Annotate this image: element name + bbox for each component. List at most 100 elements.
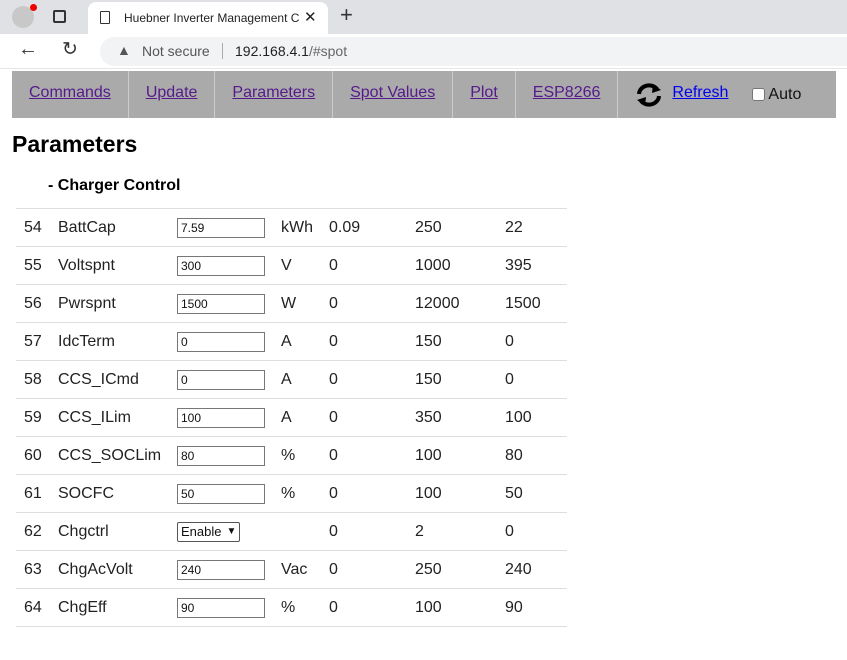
tab-title: Huebner Inverter Management C [124, 11, 314, 25]
param-name: Voltspnt [58, 247, 177, 285]
nav-update[interactable]: Update [129, 71, 216, 118]
url-text[interactable]: 192.168.4.1/#spot [235, 43, 347, 59]
param-input[interactable]: 100 [177, 408, 265, 428]
param-id: 61 [16, 475, 58, 513]
param-input[interactable]: 0 [177, 370, 265, 390]
param-max: 100 [415, 475, 505, 513]
param-name: ChgEff [58, 589, 177, 627]
param-select[interactable]: Enable ▼ [177, 522, 240, 542]
nav-plot[interactable]: Plot [453, 71, 516, 118]
table-row: 55 Voltspnt 300 V 0 1000 395 [16, 247, 567, 285]
browser-tab[interactable]: Huebner Inverter Management C ✕ [88, 2, 328, 34]
param-select-value: Enable [181, 524, 221, 539]
param-value-cell: Enable ▼ [177, 513, 281, 551]
table-row: 57 IdcTerm 0 A 0 150 0 [16, 323, 567, 361]
divider [222, 43, 223, 59]
url-path: /#spot [309, 43, 347, 59]
param-input[interactable]: 240 [177, 560, 265, 580]
reload-icon[interactable]: ↻ [62, 38, 78, 61]
nav-commands[interactable]: Commands [12, 71, 129, 118]
param-max: 100 [415, 589, 505, 627]
param-unit: W [281, 285, 329, 323]
param-unit: % [281, 437, 329, 475]
param-name: CCS_ICmd [58, 361, 177, 399]
table-row: 59 CCS_ILim 100 A 0 350 100 [16, 399, 567, 437]
parameters-table: 54 BattCap 7.59 kWh 0.09 250 2255 Voltsp… [16, 208, 567, 627]
param-input[interactable]: 300 [177, 256, 265, 276]
param-value-cell: 240 [177, 551, 281, 589]
auto-refresh-toggle[interactable]: Auto [752, 86, 801, 104]
param-default: 80 [505, 437, 567, 475]
param-input[interactable]: 7.59 [177, 218, 265, 238]
param-name: CCS_SOCLim [58, 437, 177, 475]
param-default: 22 [505, 209, 567, 247]
param-min: 0 [329, 475, 415, 513]
chevron-down-icon: ▼ [226, 526, 236, 537]
nav-parameters[interactable]: Parameters [215, 71, 333, 118]
param-min: 0 [329, 323, 415, 361]
param-min: 0 [329, 437, 415, 475]
page-title: Parameters [12, 131, 137, 158]
param-unit: kWh [281, 209, 329, 247]
nav-esp8266[interactable]: ESP8266 [516, 71, 619, 118]
table-row: 61 SOCFC 50 % 0 100 50 [16, 475, 567, 513]
param-max: 2 [415, 513, 505, 551]
param-name: CCS_ILim [58, 399, 177, 437]
param-value-cell: 300 [177, 247, 281, 285]
nav-spot-values[interactable]: Spot Values [333, 71, 453, 118]
param-input[interactable]: 0 [177, 332, 265, 352]
param-id: 60 [16, 437, 58, 475]
param-max: 250 [415, 551, 505, 589]
warning-icon[interactable]: ▲ [117, 42, 131, 58]
url-host: 192.168.4.1 [235, 43, 309, 59]
param-max: 1000 [415, 247, 505, 285]
refresh-group: Refresh Auto [618, 71, 801, 118]
close-tab-icon[interactable]: ✕ [304, 8, 317, 26]
table-row: 58 CCS_ICmd 0 A 0 150 0 [16, 361, 567, 399]
param-min: 0 [329, 399, 415, 437]
param-min: 0 [329, 247, 415, 285]
param-id: 56 [16, 285, 58, 323]
tab-actions-icon[interactable] [53, 10, 66, 23]
auto-checkbox[interactable] [752, 88, 765, 101]
param-default: 395 [505, 247, 567, 285]
param-value-cell: 50 [177, 475, 281, 513]
param-input[interactable]: 1500 [177, 294, 265, 314]
param-min: 0 [329, 589, 415, 627]
param-value-cell: 1500 [177, 285, 281, 323]
refresh-icon[interactable] [634, 82, 664, 108]
param-max: 250 [415, 209, 505, 247]
section-title: - Charger Control [48, 177, 180, 195]
param-id: 58 [16, 361, 58, 399]
param-id: 59 [16, 399, 58, 437]
address-bar[interactable]: ▲ Not secure 192.168.4.1/#spot [100, 37, 847, 66]
param-unit: A [281, 323, 329, 361]
param-input[interactable]: 50 [177, 484, 265, 504]
param-unit [281, 513, 329, 551]
param-unit: Vac [281, 551, 329, 589]
param-id: 64 [16, 589, 58, 627]
param-max: 150 [415, 323, 505, 361]
param-min: 0.09 [329, 209, 415, 247]
document-icon [100, 11, 110, 24]
param-id: 62 [16, 513, 58, 551]
param-default: 100 [505, 399, 567, 437]
back-icon[interactable]: ← [18, 38, 38, 61]
main-nav: Commands Update Parameters Spot Values P… [12, 71, 836, 118]
param-min: 0 [329, 551, 415, 589]
new-tab-button[interactable]: + [340, 2, 353, 28]
param-value-cell: 7.59 [177, 209, 281, 247]
refresh-link[interactable]: Refresh [664, 71, 728, 118]
param-unit: A [281, 399, 329, 437]
param-input[interactable]: 80 [177, 446, 265, 466]
param-input[interactable]: 90 [177, 598, 265, 618]
param-max: 150 [415, 361, 505, 399]
param-id: 57 [16, 323, 58, 361]
param-id: 63 [16, 551, 58, 589]
param-value-cell: 90 [177, 589, 281, 627]
param-id: 54 [16, 209, 58, 247]
param-default: 1500 [505, 285, 567, 323]
security-label[interactable]: Not secure [142, 43, 210, 59]
table-row: 54 BattCap 7.59 kWh 0.09 250 22 [16, 209, 567, 247]
profile-avatar[interactable] [12, 6, 34, 28]
